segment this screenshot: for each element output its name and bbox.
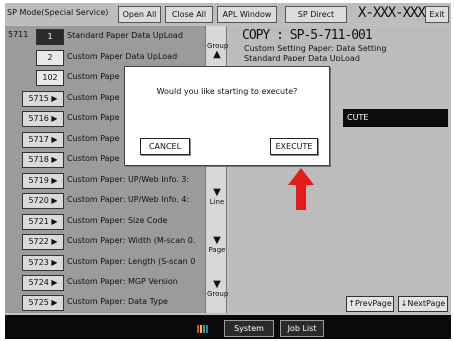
confirm-dialog: Would you like starting to execute? CANC… bbox=[124, 66, 330, 166]
expand-code-button[interactable]: 5717 ▶ bbox=[22, 132, 64, 148]
expand-code-button[interactable]: 5720 ▶ bbox=[22, 193, 64, 209]
execute-field[interactable]: CUTE bbox=[343, 109, 448, 127]
arrow-down-icon: ▼ bbox=[213, 187, 221, 198]
line-down-button[interactable]: ▼ Line bbox=[207, 187, 227, 207]
sp-mode-screen: SP Mode(Special Service) Open All Close … bbox=[5, 3, 451, 339]
job-list-button[interactable]: Job List bbox=[280, 320, 324, 337]
footer-bar: System Status Job List bbox=[5, 315, 451, 339]
next-page-button[interactable]: ↓NextPage bbox=[398, 296, 448, 312]
mode-title: SP Mode(Special Service) bbox=[7, 8, 109, 17]
item-label: Custom Paper Data UpLoad bbox=[67, 52, 178, 61]
expand-code-button[interactable]: 5718 ▶ bbox=[22, 152, 64, 168]
apl-window-button[interactable]: APL Window bbox=[217, 6, 277, 23]
sub-code: 102 bbox=[36, 70, 64, 86]
pointer-arrow-icon bbox=[288, 168, 314, 210]
page-label: Page bbox=[208, 246, 226, 254]
sub-code: 1 bbox=[36, 29, 64, 45]
open-all-button[interactable]: Open All bbox=[118, 6, 161, 23]
setting-subtitle-2: Standard Paper Data UpLoad bbox=[244, 54, 360, 61]
line-label: Line bbox=[209, 198, 225, 206]
model-number: X-XXX-XXX bbox=[358, 5, 426, 21]
arrow-up-icon: ▲ bbox=[213, 49, 221, 60]
item-label: Custom Paper: Data Type bbox=[67, 297, 168, 306]
list-item[interactable]: 5725 ▶ Custom Paper: Data Type bbox=[5, 294, 205, 313]
page-down-button[interactable]: ▼ Page bbox=[207, 235, 227, 255]
confirm-message: Would you like starting to execute? bbox=[156, 87, 298, 96]
arrow-down-icon: ▼ bbox=[213, 279, 221, 290]
list-item[interactable]: 1 Standard Paper Data UpLoad bbox=[5, 28, 205, 47]
cancel-button[interactable]: CANCEL bbox=[140, 138, 190, 155]
item-label: Standard Paper Data UpLoad bbox=[67, 31, 183, 40]
item-label: Custom Paper: Width (M-scan 0. bbox=[67, 236, 196, 245]
item-label: Custom Paper: Size Code bbox=[67, 216, 168, 225]
system-status-button[interactable]: System Status bbox=[224, 320, 274, 337]
expand-code-button[interactable]: 5721 ▶ bbox=[22, 214, 64, 230]
arrow-down-icon: ▼ bbox=[213, 235, 221, 246]
list-item[interactable]: 5724 ▶ Custom Paper: MGP Version bbox=[5, 274, 205, 293]
setting-subtitle: Custom Setting Paper: Data Setting bbox=[244, 44, 387, 53]
expand-code-button[interactable]: 5725 ▶ bbox=[22, 295, 64, 311]
expand-code-button[interactable]: 5719 ▶ bbox=[22, 173, 64, 189]
expand-code-button[interactable]: 5715 ▶ bbox=[22, 91, 64, 107]
arrow-up-icon: ↑ bbox=[348, 299, 355, 308]
close-all-button[interactable]: Close All bbox=[165, 6, 213, 23]
expand-code-button[interactable]: 5723 ▶ bbox=[22, 255, 64, 271]
list-item[interactable]: 5722 ▶ Custom Paper: Width (M-scan 0. bbox=[5, 233, 205, 252]
item-label: Custom Paper: UP/Web Info. 3: bbox=[67, 175, 190, 184]
prev-page-button[interactable]: ↑PrevPage bbox=[346, 296, 394, 312]
sp-direct-button[interactable]: SP Direct bbox=[285, 6, 347, 23]
sp-code-title: COPY : SP-5-711-001 bbox=[242, 28, 373, 43]
group-down-label: Group bbox=[207, 290, 229, 298]
item-label: Custom Paper: MGP Version bbox=[67, 277, 178, 286]
item-label: Custom Paper: UP/Web Info. 4: bbox=[67, 195, 190, 204]
list-item[interactable]: 5720 ▶ Custom Paper: UP/Web Info. 4: bbox=[5, 192, 205, 211]
list-item[interactable]: 5721 ▶ Custom Paper: Size Code bbox=[5, 213, 205, 232]
header-bar: SP Mode(Special Service) Open All Close … bbox=[5, 3, 451, 25]
list-item[interactable]: 5719 ▶ Custom Paper: UP/Web Info. 3: bbox=[5, 172, 205, 191]
group-up-button[interactable]: Group ▲ bbox=[207, 42, 228, 60]
sub-code: 2 bbox=[36, 50, 64, 66]
expand-code-button[interactable]: 5716 ▶ bbox=[22, 111, 64, 127]
expand-code-button[interactable]: 5724 ▶ bbox=[22, 275, 64, 291]
item-label: Custom Paper: Length (S-scan 0 bbox=[67, 257, 196, 266]
exit-button[interactable]: Exit bbox=[425, 6, 449, 23]
group-down-button[interactable]: ▼ Group bbox=[207, 279, 229, 299]
list-item[interactable]: 5723 ▶ Custom Paper: Length (S-scan 0 bbox=[5, 254, 205, 273]
expand-code-button[interactable]: 5722 ▶ bbox=[22, 234, 64, 250]
execute-button[interactable]: EXECUTE bbox=[270, 138, 318, 155]
status-indicator-icon bbox=[197, 325, 211, 333]
